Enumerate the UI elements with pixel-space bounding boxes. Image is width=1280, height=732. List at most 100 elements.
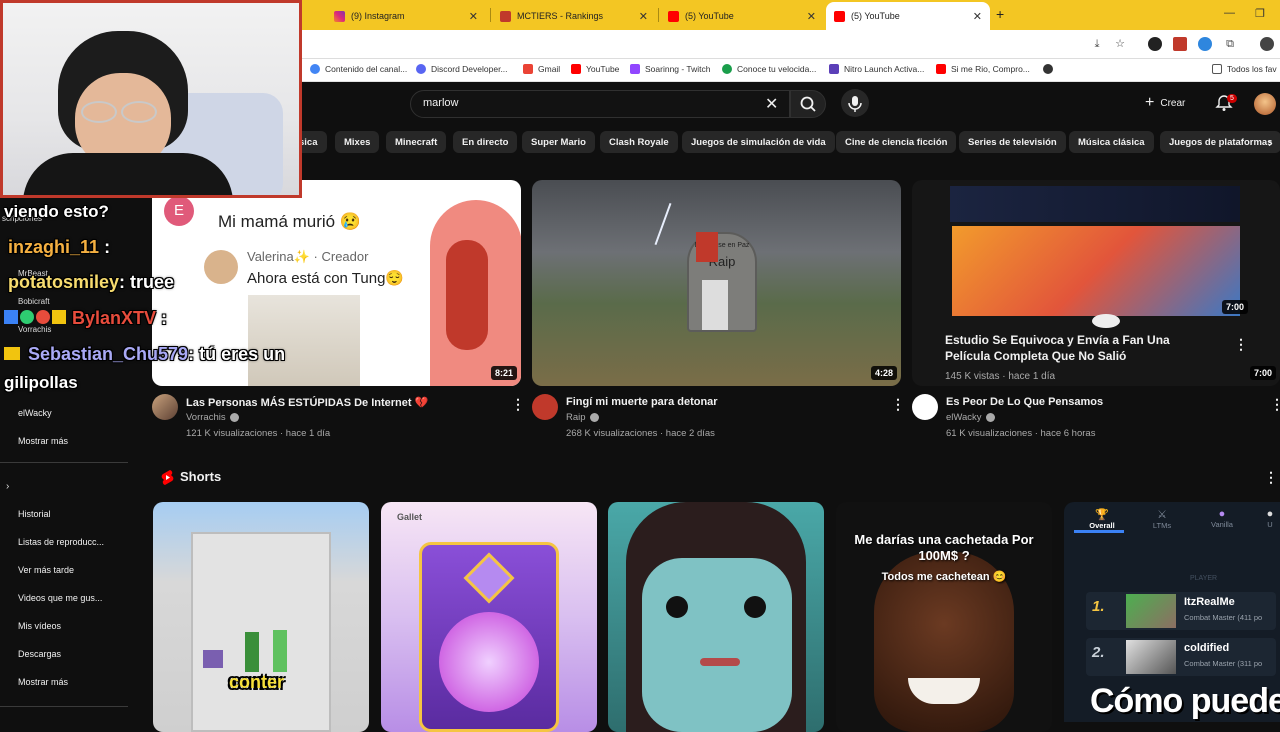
sidebar-item-show-more[interactable]: Mostrar más	[18, 677, 68, 687]
tab-ltms[interactable]: ⚔ LTMs	[1142, 508, 1182, 530]
bookmark-item[interactable]: Si me Rio, Compro...	[936, 64, 1030, 74]
bookmark-item[interactable]: Conoce tu velocida...	[722, 64, 816, 74]
channel-name[interactable]: Raip	[566, 412, 599, 423]
tab-more[interactable]: ● U	[1260, 508, 1280, 529]
more-options-icon[interactable]: ⋮	[1270, 396, 1280, 413]
tab-mctiers[interactable]: MCTIERS - Rankings ✕	[492, 2, 656, 30]
extension-icon[interactable]	[1198, 37, 1212, 51]
discord-icon	[416, 64, 426, 74]
search-button[interactable]	[790, 90, 826, 118]
voice-search-button[interactable]	[841, 89, 869, 117]
face-image	[642, 558, 792, 732]
mouth-image	[700, 658, 740, 666]
extension-icon[interactable]	[1173, 37, 1187, 51]
close-icon[interactable]: ✕	[639, 10, 648, 23]
short-card[interactable]	[608, 502, 824, 732]
close-icon[interactable]: ✕	[469, 10, 478, 23]
sidebar-item-subscription[interactable]: elWacky	[18, 408, 52, 418]
bookmark-item[interactable]: YouTube	[571, 64, 619, 74]
ranking-row[interactable]: 2. coldified Combat Master (311 po	[1086, 638, 1276, 676]
search-input[interactable]	[423, 97, 743, 109]
bookmark-item[interactable]: Nitro Launch Activa...	[829, 64, 924, 74]
channel-name[interactable]: Vorrachis	[186, 412, 239, 423]
chip[interactable]: Series de televisión	[959, 131, 1066, 153]
chip[interactable]: Minecraft	[386, 131, 447, 153]
chat-text: : tú eres un	[188, 344, 286, 364]
sidebar-item-history[interactable]: Historial	[18, 509, 51, 519]
more-options-icon[interactable]: ⋮	[511, 396, 525, 413]
channel-avatar[interactable]	[152, 394, 178, 420]
youtube-icon	[936, 64, 946, 74]
video-thumbnail[interactable]: Descanse en Paz Raip 4:28	[532, 180, 901, 386]
tab-vanilla[interactable]: ● Vanilla	[1202, 508, 1242, 529]
close-icon[interactable]: ✕	[973, 10, 982, 23]
install-app-icon[interactable]: ⤓	[1090, 37, 1104, 51]
create-button[interactable]: + Crear	[1145, 92, 1185, 114]
tab-overall[interactable]: 🏆 Overall	[1082, 508, 1122, 530]
profile-icon[interactable]	[1260, 37, 1274, 51]
clear-search-icon[interactable]: ✕	[765, 94, 778, 114]
chip[interactable]: En directo	[453, 131, 518, 153]
bookmark-item[interactable]: Discord Developer...	[416, 64, 508, 74]
search-box[interactable]	[410, 90, 790, 118]
video-title[interactable]: Es Peor De Lo Que Pensamos	[946, 396, 1103, 408]
short-card[interactable]: conter	[153, 502, 369, 732]
bookmark-label: Nitro Launch Activa...	[844, 64, 925, 74]
bookmark-item[interactable]: Contenido del canal...	[310, 64, 407, 74]
sidebar-item-show-more[interactable]: Mostrar más	[18, 436, 68, 446]
chevron-right-icon[interactable]: ›	[1268, 134, 1273, 150]
chip[interactable]: Super Mario	[522, 131, 595, 153]
player-title: Combat Master (411 po	[1184, 613, 1263, 622]
short-card[interactable]: Me darías una cachetada Por 100M$ ? Todo…	[836, 502, 1052, 732]
chip[interactable]: Música clásica	[1069, 131, 1154, 153]
channel-avatar[interactable]	[532, 394, 558, 420]
sidebar-item-downloads[interactable]: Descargas	[18, 649, 61, 659]
all-bookmarks[interactable]: Todos los fav	[1212, 64, 1277, 74]
bookmark-star-icon[interactable]: ☆	[1113, 37, 1127, 51]
new-tab-button[interactable]: +	[996, 6, 1004, 22]
tab-instagram[interactable]: (9) Instagram ✕	[326, 2, 486, 30]
chat-message: inzaghi_11 :	[8, 237, 110, 258]
sidebar-item-watch-later[interactable]: Ver más tarde	[18, 565, 74, 575]
minimize-icon[interactable]: —	[1224, 7, 1235, 19]
trophy-icon: 🏆	[1095, 509, 1109, 521]
puzzle-icon[interactable]: ⧉	[1223, 37, 1237, 51]
tab-youtube-active[interactable]: (5) YouTube ✕	[826, 2, 990, 30]
bookmark-label: YouTube	[586, 64, 620, 74]
channel-name[interactable]: elWacky	[946, 412, 995, 423]
more-options-icon[interactable]: ⋮	[1264, 469, 1278, 486]
sidebar-item-my-videos[interactable]: Mis vídeos	[18, 621, 61, 631]
avatar[interactable]	[1254, 93, 1276, 115]
bookmark-item[interactable]: Soarinng - Twitch	[630, 64, 711, 74]
crown-icon	[52, 310, 66, 324]
chip[interactable]: Juegos de plataformas	[1160, 131, 1280, 153]
sidebar-item-playlists[interactable]: Listas de reproducc...	[18, 537, 104, 547]
chip[interactable]: Juegos de simulación de vida	[682, 131, 835, 153]
chat-username: BylanXTV	[72, 308, 157, 328]
video-title[interactable]: Las Personas MÁS ESTÚPIDAS De Internet 💔	[186, 396, 428, 409]
bookmark-label: Soarinng - Twitch	[645, 64, 711, 74]
video-title[interactable]: Fingí mi muerte para detonar	[566, 396, 718, 408]
avatar	[204, 250, 238, 284]
close-icon[interactable]: ✕	[807, 10, 816, 23]
ranking-row[interactable]: 1. ItzRealMe Combat Master (411 po	[1086, 592, 1276, 630]
bookmark-item[interactable]: Gmail	[523, 64, 560, 74]
short-card[interactable]: Gallet	[381, 502, 597, 732]
chip[interactable]: Mixes	[335, 131, 380, 153]
sidebar-item-liked[interactable]: Videos que me gus...	[18, 593, 102, 603]
tab-label: U	[1267, 520, 1273, 529]
tab-youtube[interactable]: (5) YouTube ✕	[660, 2, 824, 30]
sidebar-channel[interactable]: Bobicraft	[18, 297, 50, 306]
twitch-icon	[630, 64, 640, 74]
chip[interactable]: Cine de ciencia ficción	[836, 131, 957, 153]
mctiers-icon	[500, 10, 511, 22]
maximize-icon[interactable]: ❐	[1255, 7, 1265, 20]
more-options-icon[interactable]: ⋮	[891, 396, 905, 413]
chip[interactable]: Clash Royale	[600, 131, 678, 153]
globe-bookmark[interactable]	[1043, 64, 1058, 74]
chevron-right-icon[interactable]: ›	[6, 481, 9, 492]
more-options-icon: ⋮	[1234, 336, 1248, 352]
extension-icon[interactable]	[1148, 37, 1162, 51]
channel-avatar[interactable]	[912, 394, 938, 420]
video-thumbnail[interactable]: 7:00 Estudio Se Equivoca y Envía a Fan U…	[912, 180, 1280, 386]
